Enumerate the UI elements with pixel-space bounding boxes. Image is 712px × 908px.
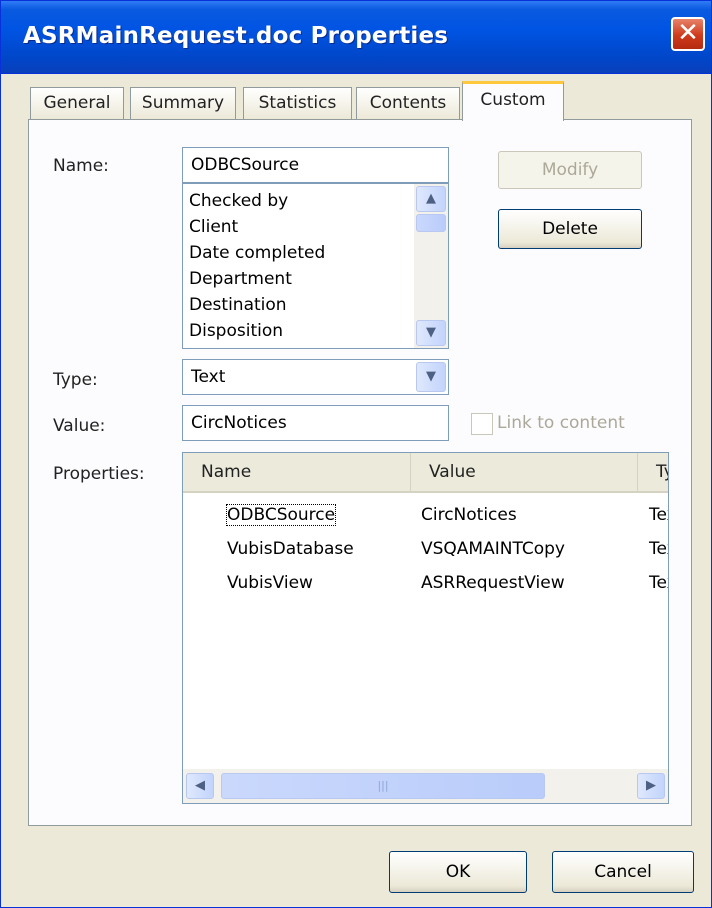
row-type-cell: Text: [649, 539, 668, 559]
cancel-button[interactable]: Cancel: [552, 851, 694, 893]
row-name-cell: VubisDatabase: [227, 539, 354, 559]
name-label: Name:: [53, 156, 109, 176]
name-input[interactable]: ODBCSource: [182, 147, 449, 183]
list-item[interactable]: Destination: [189, 295, 287, 315]
chevron-down-icon[interactable]: ▼: [416, 362, 446, 392]
modify-button[interactable]: Modify: [498, 151, 642, 189]
scroll-down-icon[interactable]: ▼: [416, 320, 446, 346]
row-type-cell: Text: [649, 505, 668, 525]
scroll-up-icon[interactable]: ▲: [416, 186, 446, 212]
column-header-type[interactable]: Type: [638, 453, 668, 491]
column-header-value[interactable]: Value: [411, 453, 638, 491]
row-value-cell: CircNotices: [421, 505, 517, 525]
type-select[interactable]: Text ▼: [182, 359, 449, 395]
row-name-cell: ODBCSource: [225, 504, 337, 526]
list-item[interactable]: Checked by: [189, 191, 288, 211]
custom-tab-panel: Name: ODBCSource Checked by Client Date …: [28, 119, 692, 826]
row-value-cell: VSQAMAINTCopy: [421, 539, 565, 559]
tab-statistics[interactable]: Statistics: [243, 87, 352, 119]
tab-general[interactable]: General: [30, 87, 124, 119]
scroll-thumb[interactable]: |||: [221, 773, 545, 799]
name-suggestion-list[interactable]: Checked by Client Date completed Departm…: [182, 183, 449, 349]
properties-list[interactable]: Name Value Type ODBCSource CircNotices T…: [182, 452, 669, 804]
list-item[interactable]: Client: [189, 217, 238, 237]
name-list-scrollbar[interactable]: ▲ ▼: [414, 184, 448, 348]
scroll-left-icon[interactable]: ◀: [186, 773, 214, 799]
row-value-cell: ASRRequestView: [421, 573, 565, 593]
properties-list-header: Name Value Type: [183, 453, 668, 493]
properties-dialog: ASRMainRequest.doc Properties ✕ General …: [0, 0, 712, 908]
close-icon[interactable]: ✕: [671, 17, 705, 51]
list-item[interactable]: Date completed: [189, 243, 325, 263]
type-label: Type:: [53, 370, 98, 390]
tab-summary[interactable]: Summary: [130, 87, 236, 119]
window-title: ASRMainRequest.doc Properties: [23, 23, 449, 49]
tab-custom[interactable]: Custom: [462, 81, 564, 121]
type-select-value: Text: [191, 367, 226, 387]
properties-horizontal-scrollbar[interactable]: ◀ ||| ▶: [183, 769, 668, 803]
link-to-content-checkbox[interactable]: [471, 413, 493, 435]
list-item[interactable]: Department: [189, 269, 292, 289]
scroll-right-icon[interactable]: ▶: [637, 773, 665, 799]
tab-contents[interactable]: Contents: [356, 87, 460, 119]
list-item[interactable]: Disposition: [189, 321, 283, 341]
row-type-cell: Text: [649, 573, 668, 593]
value-label: Value:: [53, 416, 106, 436]
link-to-content-label: Link to content: [497, 413, 625, 433]
ok-button[interactable]: OK: [389, 851, 527, 893]
value-input[interactable]: CircNotices: [182, 405, 449, 441]
row-name-cell: VubisView: [227, 573, 313, 593]
delete-button[interactable]: Delete: [498, 209, 642, 249]
scroll-thumb[interactable]: [416, 214, 446, 232]
column-header-name[interactable]: Name: [183, 453, 411, 491]
properties-label: Properties:: [53, 464, 145, 484]
title-bar[interactable]: ASRMainRequest.doc Properties ✕: [1, 1, 711, 74]
